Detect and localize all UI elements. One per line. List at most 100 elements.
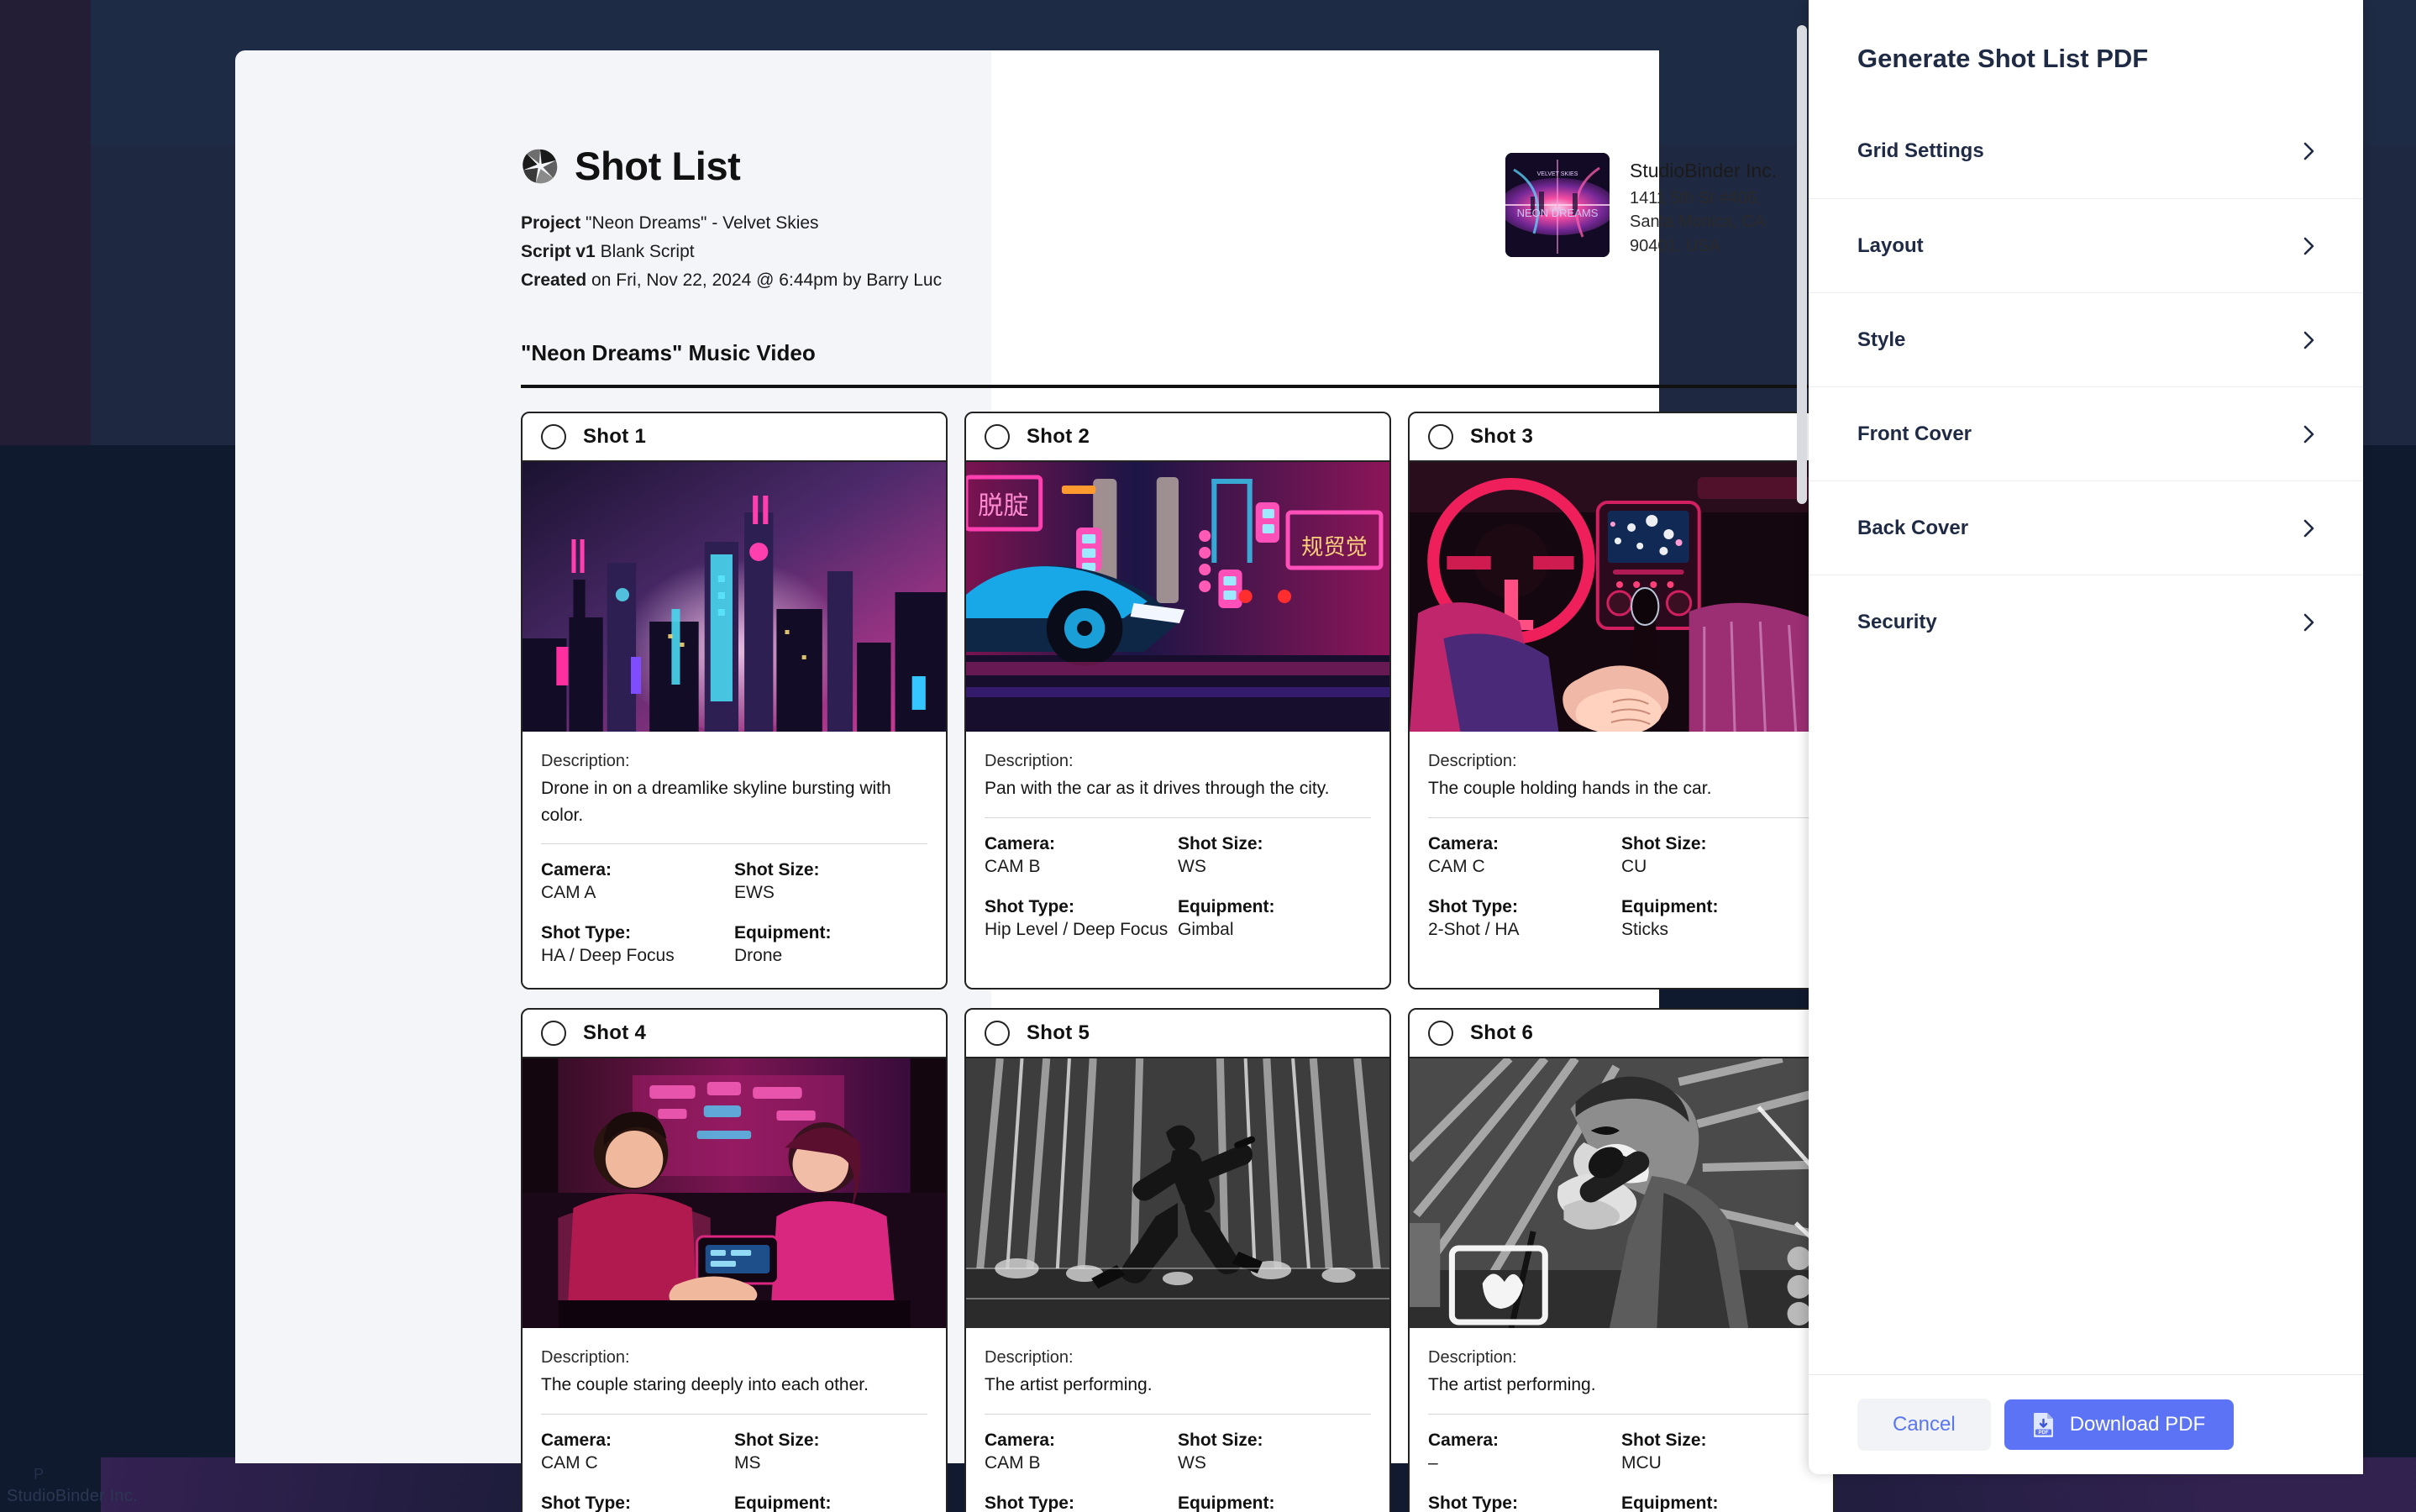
equipment-label: Equipment: (1621, 1493, 1719, 1512)
shot-grid: Shot 1 Description: Drone in on a dreaml… (521, 412, 1840, 1512)
description-value: The artist performing. (985, 1375, 1153, 1395)
spec-equipment: Equipment: Drone (734, 923, 927, 966)
shot-thumbnail-bw-singer-mic[interactable] (1410, 1058, 1833, 1329)
shot-card[interactable]: Shot 6 Description: The artist performin… (1408, 1008, 1835, 1512)
shot-card[interactable]: Shot 4 Description: The couple staring d… (521, 1008, 948, 1512)
shot-card[interactable]: Shot 1 Description: Drone in on a dreaml… (521, 412, 948, 990)
sidebar-item-label: Front Cover (1857, 422, 1972, 445)
panel-title: Generate Shot List PDF (1857, 44, 2149, 73)
equipment-value: Sticks (1621, 919, 1669, 939)
camera-value: CAM C (541, 1452, 598, 1473)
shot-thumbnail-neon-car-street[interactable]: 脱腚 规贸觉 (966, 462, 1389, 732)
aperture-icon (521, 147, 559, 186)
shot-thumbnail-couple-in-car[interactable] (523, 1058, 946, 1329)
spec-shot-type: Shot Type: Shoulder Level / Single (1428, 1494, 1621, 1512)
shot-select-radio[interactable] (541, 1021, 566, 1047)
spec-shot-type: Shot Type: 2-Shot / Eye Level (541, 1494, 734, 1512)
camera-label: Camera: (1428, 833, 1499, 853)
spec-camera: Camera: CAM B (985, 1431, 1178, 1473)
spec-camera: Camera: CAM B (985, 834, 1178, 877)
equipment-value: Gimbal (1178, 919, 1234, 939)
shot-details: Description: The artist performing. Came… (1410, 1328, 1833, 1512)
equipment-label: Equipment: (1178, 896, 1275, 916)
page-title: Shot List (575, 144, 741, 188)
shot-size-label: Shot Size: (1621, 833, 1707, 853)
equipment-label: Equipment: (734, 1493, 832, 1512)
shot-details: Description: The couple staring deeply i… (523, 1328, 946, 1512)
shot-card-header[interactable]: Shot 5 (966, 1010, 1389, 1059)
spec-shot-type: Shot Type: HA / Deep Focus (541, 923, 734, 966)
shot-size-value: CU (1621, 856, 1647, 876)
sidebar-item-style[interactable]: Style (1809, 292, 2363, 386)
shot-select-radio[interactable] (985, 424, 1010, 450)
pdf-file-icon: PDF (2033, 1412, 2055, 1437)
download-pdf-button[interactable]: PDF Download PDF (2004, 1399, 2235, 1450)
shot-type-value: HA / Deep Focus (541, 946, 675, 966)
camera-label: Camera: (985, 1430, 1056, 1450)
chevron-right-icon (2303, 142, 2314, 160)
meta-key-created: Created (521, 270, 587, 291)
description-label: Description: (1428, 752, 1517, 771)
shot-card-header[interactable]: Shot 2 (966, 413, 1389, 463)
camera-label: Camera: (985, 833, 1056, 853)
shot-label: Shot 3 (1470, 425, 1534, 449)
svg-text:NEON DREAMS: NEON DREAMS (1517, 207, 1599, 219)
shot-thumbnail-neon-skyline[interactable] (523, 462, 946, 732)
sidebar-item-grid-settings[interactable]: Grid Settings (1809, 104, 2363, 198)
shot-spec-grid: Camera: CAM C Shot Size: CU Shot Type: 2… (1428, 834, 1815, 940)
sidebar-item-label: Security (1857, 610, 1937, 633)
chevron-right-icon (2303, 237, 2314, 255)
description-label: Description: (541, 1348, 630, 1368)
description-value: The artist performing. (1428, 1375, 1596, 1395)
app-left-rail (0, 0, 91, 445)
shot-card[interactable]: Shot 5 Description: The artist performin… (964, 1008, 1391, 1512)
svg-text:脱腚: 脱腚 (978, 492, 1028, 520)
sidebar-item-layout[interactable]: Layout (1809, 198, 2363, 292)
spec-camera: Camera: CAM C (541, 1431, 734, 1473)
spec-camera: Camera: CAM A (541, 860, 734, 903)
meta-key-script: Script v1 (521, 242, 596, 262)
shot-type-label: Shot Type: (541, 1493, 631, 1512)
shot-card-header[interactable]: Shot 1 (523, 413, 946, 463)
shot-thumbnail-bw-stage-dancer[interactable] (966, 1058, 1389, 1329)
shot-details: Description: The artist performing. Came… (966, 1328, 1389, 1512)
spec-camera: Camera: – (1428, 1431, 1621, 1473)
sidebar-item-back-cover[interactable]: Back Cover (1809, 480, 2363, 575)
company-address: 1411 5th St #406, Santa Monica, CA 90401… (1630, 189, 1765, 255)
shot-card[interactable]: Shot 2 脱腚 规贸觉 Description: Pan with the … (964, 412, 1391, 990)
download-pdf-label: Download PDF (2069, 1413, 2206, 1436)
shot-spec-grid: Camera: CAM C Shot Size: MS Shot Type: 2… (541, 1431, 927, 1512)
sidebar-item-front-cover[interactable]: Front Cover (1809, 386, 2363, 480)
shot-card-header[interactable]: Shot 6 (1410, 1010, 1833, 1059)
shot-details: Description: Drone in on a dreamlike sky… (523, 732, 946, 988)
shot-label: Shot 4 (583, 1021, 647, 1045)
chevron-right-icon (2303, 519, 2314, 538)
spec-shot-type: Shot Type: 2-Shot / HA (1428, 897, 1621, 940)
shot-card[interactable]: Shot 3 Description: The couple holding h… (1408, 412, 1835, 990)
shot-select-radio[interactable] (1428, 424, 1453, 450)
shot-card-header[interactable]: Shot 4 (523, 1010, 946, 1059)
description-label: Description: (985, 752, 1074, 771)
spec-equipment: Equipment: – (1621, 1494, 1815, 1512)
shot-thumbnail-car-interior-hands[interactable] (1410, 462, 1833, 732)
svg-text:VELVET SKIES: VELVET SKIES (1537, 171, 1578, 177)
description-value: Pan with the car as it drives through th… (985, 779, 1330, 799)
detail-divider (985, 1413, 1371, 1415)
shot-card-header[interactable]: Shot 3 (1410, 413, 1833, 463)
panel-scrollbar[interactable] (1795, 0, 1809, 1474)
spec-shot-size: Shot Size: MS (734, 1431, 927, 1473)
camera-label: Camera: (541, 1430, 612, 1450)
section-divider (521, 385, 1840, 389)
spec-shot-size: Shot Size: MCU (1621, 1431, 1815, 1473)
chevron-right-icon (2303, 613, 2314, 632)
panel-scrollbar-thumb[interactable] (1797, 25, 1807, 504)
shot-select-radio[interactable] (985, 1021, 1010, 1047)
document-header: Shot List Project "Neon Dreams" - Velvet… (521, 143, 1840, 295)
camera-value: CAM B (985, 856, 1041, 876)
sidebar-item-security[interactable]: Security (1809, 575, 2363, 669)
shot-spec-grid: Camera: CAM B Shot Size: WS Shot Type: H… (985, 834, 1371, 940)
cancel-button[interactable]: Cancel (1857, 1399, 1991, 1451)
shot-select-radio[interactable] (1428, 1021, 1453, 1047)
shot-select-radio[interactable] (541, 424, 566, 450)
spec-equipment: Equipment: Gimbal (1178, 897, 1371, 940)
